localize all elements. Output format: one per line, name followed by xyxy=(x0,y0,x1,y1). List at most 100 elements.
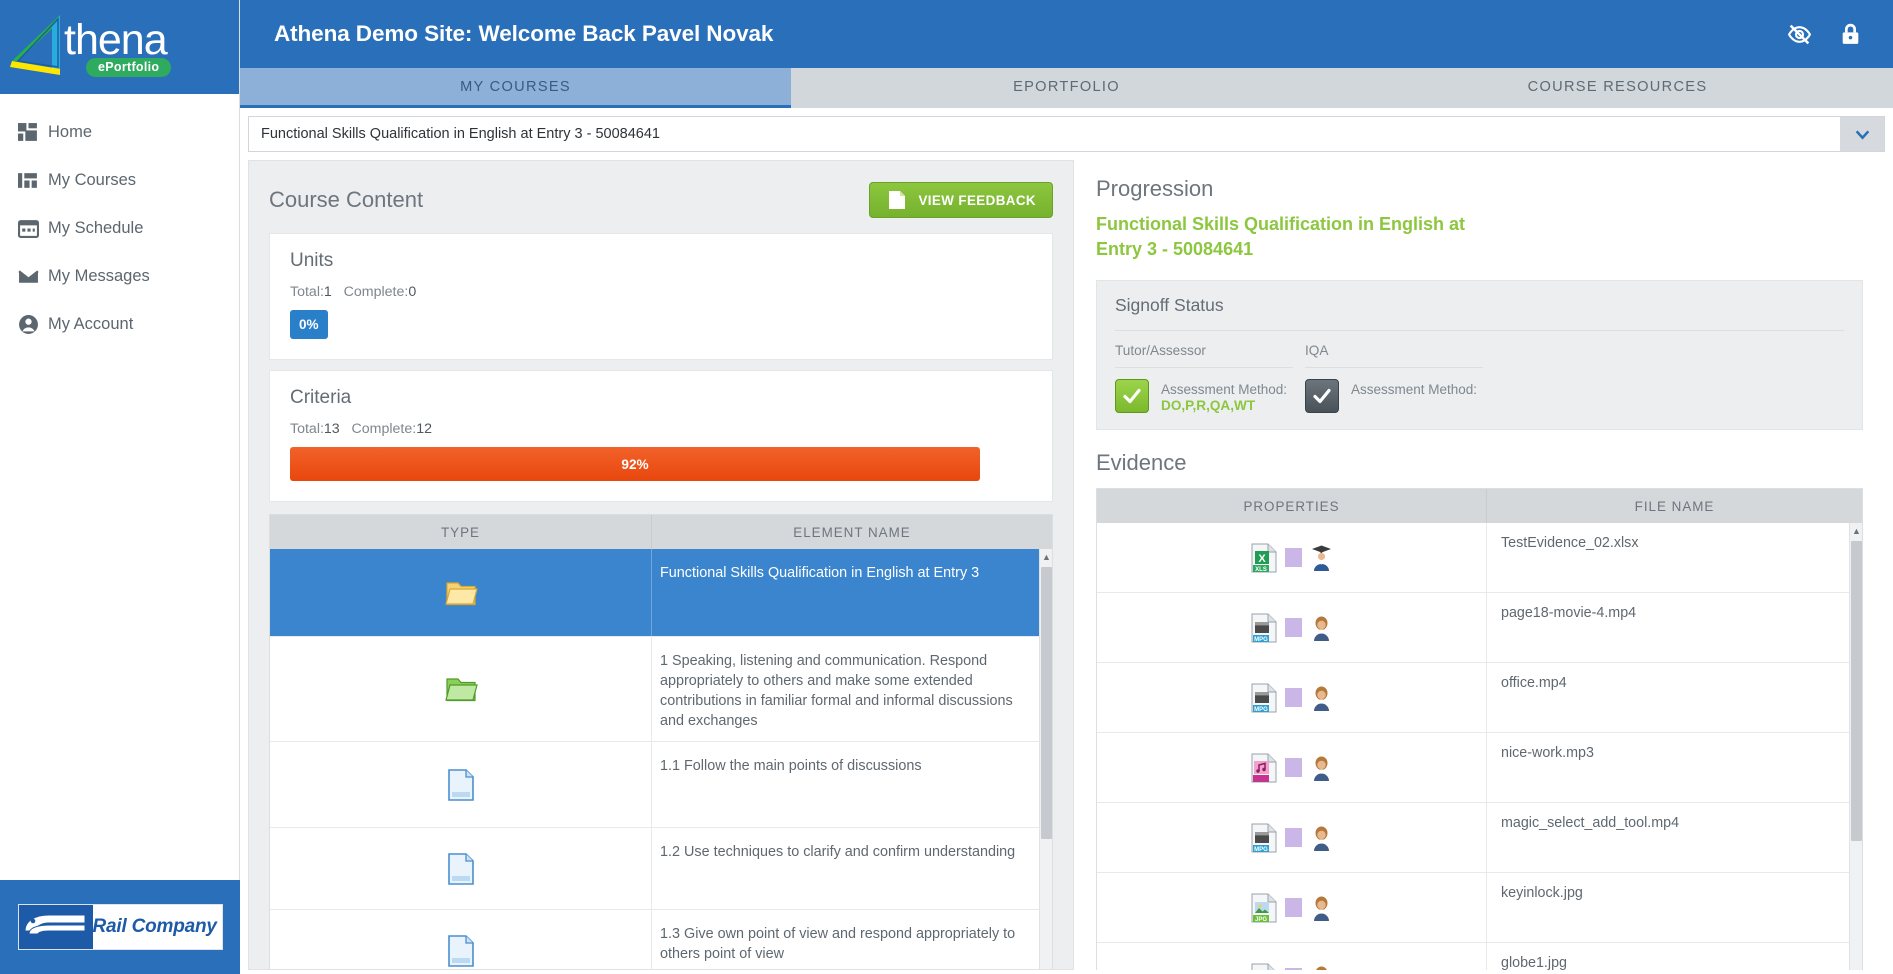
signoff-checkbox-tutor[interactable] xyxy=(1115,379,1149,413)
mp3-file-icon xyxy=(1251,753,1276,782)
svg-text:XLS: XLS xyxy=(1255,567,1267,573)
criteria-table-scrollbar[interactable]: ▲ xyxy=(1039,549,1052,969)
scroll-up-arrow-icon[interactable]: ▲ xyxy=(1040,549,1052,565)
criteria-total-value: 13 xyxy=(323,421,340,437)
table-row[interactable]: Functional Skills Qualification in Engli… xyxy=(270,549,1052,637)
table-row[interactable]: 1 Speaking, listening and communication.… xyxy=(270,637,1052,742)
units-progress-bar: 0% xyxy=(290,310,328,339)
criteria-progress-bar: 92% xyxy=(290,447,980,481)
evidence-file-name: TestEvidence_02.xlsx xyxy=(1501,535,1639,551)
jpg-file-icon xyxy=(1251,963,1275,970)
table-row[interactable]: nice-work.mp3 xyxy=(1097,733,1862,803)
jpg-file-icon: JPG xyxy=(1251,893,1276,923)
sidebar-item-label: My Schedule xyxy=(48,218,144,237)
criteria-table: TYPE ELEMENT NAME Functional Skills Qual… xyxy=(269,514,1053,969)
sidebar-item-my-courses[interactable]: My Courses xyxy=(0,156,239,204)
signoff-column-tutor: Tutor/Assessor Assessment Method: DO,P,R… xyxy=(1115,343,1305,413)
svg-text:MPG: MPG xyxy=(1254,707,1268,713)
lock-icon[interactable] xyxy=(1838,22,1863,47)
table-row[interactable]: 1.1 Follow the main points of discussion… xyxy=(270,742,1052,828)
table-row[interactable]: MPG magic_select_add_tool.mp4 xyxy=(1097,803,1862,873)
check-icon xyxy=(1123,388,1141,404)
criteria-row-type xyxy=(270,637,652,741)
scroll-up-arrow-icon[interactable]: ▲ xyxy=(1850,523,1862,539)
units-totals: Total:1 Complete:0 xyxy=(290,284,1032,300)
sidebar-item-my-messages[interactable]: My Messages xyxy=(0,252,239,300)
app-logo[interactable]: thena ePortfolio xyxy=(0,0,239,94)
eye-slash-icon[interactable] xyxy=(1787,22,1812,47)
evidence-row-properties xyxy=(1097,943,1487,970)
progression-course-name: Functional Skills Qualification in Engli… xyxy=(1096,214,1466,259)
view-feedback-button[interactable]: VIEW FEEDBACK xyxy=(869,182,1053,218)
document-blue-icon xyxy=(447,934,474,967)
document-blue-icon xyxy=(447,768,474,801)
tab-my-courses[interactable]: MY COURSES xyxy=(240,68,791,108)
evidence-col-file-name: FILE NAME xyxy=(1634,498,1715,514)
chevron-down-icon xyxy=(1855,129,1869,140)
primary-tabs: MY COURSES EPORTFOLIO COURSE RESOURCES xyxy=(240,68,1893,108)
tab-course-resources[interactable]: COURSE RESOURCES xyxy=(1342,68,1893,108)
main-region: Athena Demo Site: Welcome Back Pavel Nov… xyxy=(240,0,1893,974)
criteria-row-name: 1.2 Use techniques to clarify and confir… xyxy=(660,844,1016,860)
svg-text:MPG: MPG xyxy=(1254,847,1268,853)
table-row[interactable]: JPG keyinlock.jpg xyxy=(1097,873,1862,943)
scroll-thumb[interactable] xyxy=(1851,541,1862,841)
table-row[interactable]: 1.2 Use techniques to clarify and confir… xyxy=(270,828,1052,910)
assessment-method-value: DO,P,R,QA,WT xyxy=(1161,398,1256,413)
evidence-file-name: globe1.jpg xyxy=(1501,955,1567,970)
course-content-title: Course Content xyxy=(269,187,424,212)
xls-file-icon: X XLS xyxy=(1251,543,1276,573)
logo-subtitle-pill: ePortfolio xyxy=(86,57,172,77)
purple-swatch xyxy=(1284,688,1302,707)
evidence-file-name: office.mp4 xyxy=(1501,675,1567,691)
course-selector[interactable]: Functional Skills Qualification in Engli… xyxy=(248,116,1885,152)
criteria-row-name: 1 Speaking, listening and communication.… xyxy=(660,653,1013,729)
evidence-row-properties: X XLS xyxy=(1097,523,1487,592)
svg-text:X: X xyxy=(1258,553,1266,565)
evidence-row-properties: JPG xyxy=(1097,873,1487,942)
sidebar-item-home[interactable]: Home xyxy=(0,108,239,156)
evidence-title: Evidence xyxy=(1096,450,1187,475)
signoff-column-iqa: IQA Assessment Method: xyxy=(1305,343,1495,413)
table-row[interactable]: 1.3 Give own point of view and respond a… xyxy=(270,910,1052,969)
course-selector-toggle[interactable] xyxy=(1840,117,1884,151)
tab-eportfolio[interactable]: EPORTFOLIO xyxy=(791,68,1342,108)
evidence-row-properties xyxy=(1097,733,1487,802)
criteria-col-type: TYPE xyxy=(270,515,652,549)
scroll-thumb[interactable] xyxy=(1041,567,1052,839)
evidence-table-scrollbar[interactable]: ▲ xyxy=(1849,523,1862,970)
grid-icon xyxy=(18,122,37,141)
criteria-row-type xyxy=(270,549,652,636)
sidebar-item-label: My Messages xyxy=(48,266,150,285)
assessment-method-label: Assessment Method: xyxy=(1161,382,1288,397)
table-row[interactable]: MPG office.mp4 xyxy=(1097,663,1862,733)
units-complete-value: 0 xyxy=(408,284,417,300)
signoff-status-title: Signoff Status xyxy=(1115,295,1224,315)
signoff-role-label: IQA xyxy=(1305,343,1483,368)
sidebar-item-label: My Account xyxy=(48,314,134,333)
evidence-row-properties: MPG xyxy=(1097,663,1487,732)
units-total-label: Total: xyxy=(290,284,324,300)
criteria-total-label: Total: xyxy=(290,421,324,437)
footer-company-name: Rail Company xyxy=(92,916,217,937)
purple-swatch xyxy=(1284,548,1302,567)
purple-swatch xyxy=(1284,968,1302,970)
table-row[interactable]: MPG page18-movie-4.mp4 xyxy=(1097,593,1862,663)
signoff-checkbox-iqa[interactable] xyxy=(1305,379,1339,413)
mpg-file-icon: MPG xyxy=(1251,823,1276,853)
table-row[interactable]: globe1.jpg xyxy=(1097,943,1862,970)
sidebar-item-my-account[interactable]: My Account xyxy=(0,300,239,348)
folder-open-green-icon xyxy=(444,678,478,702)
units-title: Units xyxy=(290,250,334,271)
sidebar-item-my-schedule[interactable]: My Schedule xyxy=(0,204,239,252)
course-selector-value: Functional Skills Qualification in Engli… xyxy=(261,126,660,142)
header-actions xyxy=(1787,22,1873,47)
sidebar: thena ePortfolio Home My Courses My Sche… xyxy=(0,0,240,974)
criteria-complete-label: Complete: xyxy=(351,421,417,437)
mpg-file-icon: MPG xyxy=(1251,613,1276,643)
sidebar-nav: Home My Courses My Schedule My Messages … xyxy=(0,94,239,348)
evidence-table: PROPERTIES FILE NAME X XLS TestEvidence_… xyxy=(1096,488,1863,970)
evidence-table-header: PROPERTIES FILE NAME xyxy=(1097,489,1862,523)
signoff-role-label: Tutor/Assessor xyxy=(1115,343,1293,368)
table-row[interactable]: X XLS TestEvidence_02.xlsx xyxy=(1097,523,1862,593)
